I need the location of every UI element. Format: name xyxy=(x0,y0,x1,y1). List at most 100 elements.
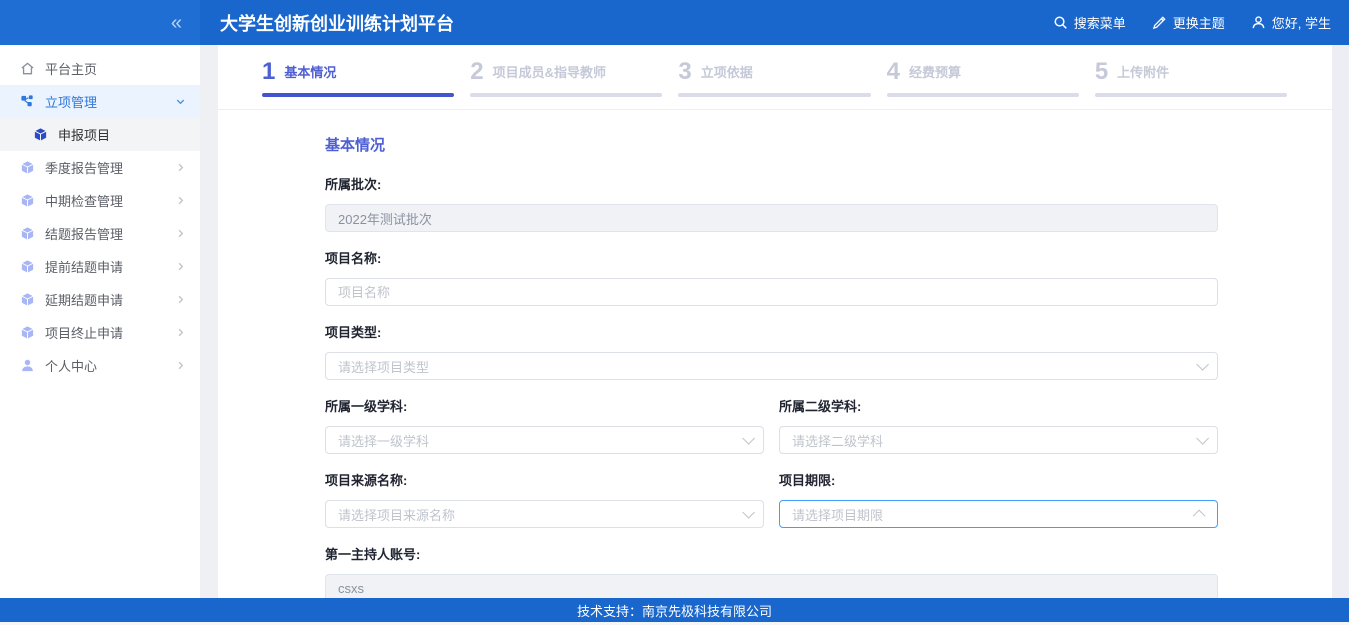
field-project-source: 项目来源名称: 请选择项目来源名称 xyxy=(325,472,764,528)
sidebar-item-label: 项目终止申请 xyxy=(45,323,175,342)
field-label: 项目类型: xyxy=(325,324,1218,342)
sidebar-item-label: 延期结题申请 xyxy=(45,290,175,309)
chevron-right-icon xyxy=(175,195,186,206)
cube-icon xyxy=(32,127,48,143)
project-duration-select[interactable]: 请选择项目期限 xyxy=(779,500,1218,528)
step-3-project-basis[interactable]: 3 立项依据 xyxy=(678,60,870,109)
sidebar-item-platform-home[interactable]: 平台主页 xyxy=(0,52,200,85)
cube-icon xyxy=(19,160,35,176)
field-secondary-discipline: 所属二级学科: 请选择二级学科 xyxy=(779,398,1218,454)
sidebar-item-project-setup[interactable]: 立项管理 xyxy=(0,85,200,118)
sidebar-item-label: 申报项目 xyxy=(58,125,186,144)
select-placeholder: 请选择一级学科 xyxy=(338,431,742,450)
step-label: 项目成员&指导教师 xyxy=(493,62,606,84)
step-label: 基本情况 xyxy=(284,62,336,84)
chevron-right-icon xyxy=(175,228,186,239)
step-number: 5 xyxy=(1095,60,1108,84)
step-number: 2 xyxy=(470,60,483,84)
cube-icon xyxy=(19,325,35,341)
step-progress-bar xyxy=(887,93,1079,97)
sidebar-item-quarterly-report[interactable]: 季度报告管理 xyxy=(0,151,200,184)
header-actions: 搜索菜单 更换主题 您好, 学生 xyxy=(1053,13,1349,32)
basic-info-form: 基本情况 所属批次: 项目名称: 项目类型: 请选择项目类型 所属一级学科: 请… xyxy=(218,110,1332,602)
section-title: 基本情况 xyxy=(325,136,1218,156)
search-menu-label: 搜索菜单 xyxy=(1074,13,1126,32)
chevron-down-icon xyxy=(1196,358,1209,371)
secondary-discipline-select[interactable]: 请选择二级学科 xyxy=(779,426,1218,454)
step-5-attachments[interactable]: 5 上传附件 xyxy=(1095,60,1287,109)
collapse-sidebar-icon[interactable]: « xyxy=(171,13,180,33)
sidebar-item-delayed-completion[interactable]: 延期结题申请 xyxy=(0,283,200,316)
project-name-input[interactable] xyxy=(325,278,1218,306)
sidebar-item-final-report[interactable]: 结题报告管理 xyxy=(0,217,200,250)
select-placeholder: 请选择项目类型 xyxy=(338,357,1196,376)
step-1-basic-info[interactable]: 1 基本情况 xyxy=(262,60,454,109)
select-placeholder: 请选择二级学科 xyxy=(792,431,1196,450)
sidebar-item-label: 提前结题申请 xyxy=(45,257,175,276)
sidebar: 平台主页 立项管理 申报项目 季度报告管理 中期检查管理 结题报告 xyxy=(0,45,200,625)
main-content: 1 基本情况 2 项目成员&指导教师 3 立项依据 4 经费预算 xyxy=(218,45,1332,625)
sidebar-item-midterm-check[interactable]: 中期检查管理 xyxy=(0,184,200,217)
cube-icon xyxy=(19,193,35,209)
project-type-select[interactable]: 请选择项目类型 xyxy=(325,352,1218,380)
sidebar-item-personal-center[interactable]: 个人中心 xyxy=(0,349,200,382)
sidebar-item-early-completion[interactable]: 提前结题申请 xyxy=(0,250,200,283)
select-placeholder: 请选择项目期限 xyxy=(792,505,1196,524)
step-progress-bar xyxy=(1095,93,1287,97)
sidebar-item-label: 平台主页 xyxy=(45,59,186,78)
sidebar-item-label: 立项管理 xyxy=(45,92,175,111)
sidebar-item-label: 季度报告管理 xyxy=(45,158,175,177)
primary-discipline-select[interactable]: 请选择一级学科 xyxy=(325,426,764,454)
home-icon xyxy=(19,61,35,77)
user-icon xyxy=(19,358,35,374)
change-theme-label: 更换主题 xyxy=(1173,13,1225,32)
field-project-duration: 项目期限: 请选择项目期限 xyxy=(779,472,1218,528)
step-number: 4 xyxy=(887,60,900,84)
field-label: 项目期限: xyxy=(779,472,1218,490)
sidebar-header: « xyxy=(0,0,200,45)
chevron-down-icon xyxy=(742,432,755,445)
user-greeting: 您好, 学生 xyxy=(1272,13,1331,32)
field-project-name: 项目名称: xyxy=(325,250,1218,306)
sidebar-item-project-termination[interactable]: 项目终止申请 xyxy=(0,316,200,349)
field-label: 项目来源名称: xyxy=(325,472,764,490)
sitemap-icon xyxy=(19,94,35,110)
user-menu[interactable]: 您好, 学生 xyxy=(1251,13,1331,32)
chevron-down-icon xyxy=(1196,432,1209,445)
field-project-type: 项目类型: 请选择项目类型 xyxy=(325,324,1218,380)
chevron-down-icon xyxy=(175,96,186,107)
cube-icon xyxy=(19,292,35,308)
sidebar-item-label: 个人中心 xyxy=(45,356,175,375)
field-label: 所属批次: xyxy=(325,176,1218,194)
select-placeholder: 请选择项目来源名称 xyxy=(338,505,742,524)
chevron-right-icon xyxy=(175,327,186,338)
batch-input xyxy=(325,204,1218,232)
chevron-right-icon xyxy=(175,294,186,305)
cube-icon xyxy=(19,226,35,242)
field-batch: 所属批次: xyxy=(325,176,1218,232)
step-2-members-advisors[interactable]: 2 项目成员&指导教师 xyxy=(470,60,662,109)
app-title: 大学生创新创业训练计划平台 xyxy=(220,10,1053,36)
step-label: 立项依据 xyxy=(701,62,753,84)
step-progress-bar xyxy=(470,93,662,97)
search-menu-button[interactable]: 搜索菜单 xyxy=(1053,13,1126,32)
project-source-select[interactable]: 请选择项目来源名称 xyxy=(325,500,764,528)
change-theme-button[interactable]: 更换主题 xyxy=(1152,13,1225,32)
sidebar-item-declare-project[interactable]: 申报项目 xyxy=(0,118,200,151)
sidebar-item-label: 中期检查管理 xyxy=(45,191,175,210)
field-first-host-account: 第一主持人账号: xyxy=(325,546,1218,602)
sidebar-item-label: 结题报告管理 xyxy=(45,224,175,243)
chevron-right-icon xyxy=(175,261,186,272)
field-label: 项目名称: xyxy=(325,250,1218,268)
chevron-right-icon xyxy=(175,360,186,371)
tech-support-text: 技术支持：南京先极科技有限公司 xyxy=(577,601,772,620)
step-4-budget[interactable]: 4 经费预算 xyxy=(887,60,1079,109)
field-label: 第一主持人账号: xyxy=(325,546,1218,564)
step-label: 经费预算 xyxy=(909,62,961,84)
step-progress-bar xyxy=(678,93,870,97)
page-scrollbar[interactable] xyxy=(1332,45,1349,625)
chevron-down-icon xyxy=(742,506,755,519)
search-icon xyxy=(1053,15,1068,30)
step-wizard: 1 基本情况 2 项目成员&指导教师 3 立项依据 4 经费预算 xyxy=(218,45,1332,110)
app-header: « 大学生创新创业训练计划平台 搜索菜单 更换主题 您好, 学生 xyxy=(0,0,1349,45)
